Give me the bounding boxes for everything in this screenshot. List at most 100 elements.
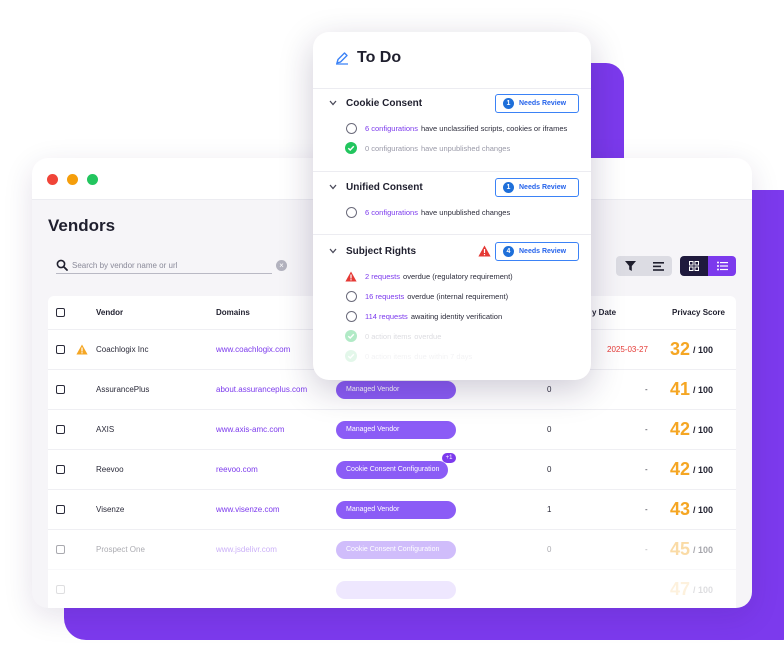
due-date: - <box>645 505 648 514</box>
filter-button[interactable] <box>616 256 644 276</box>
todo-item-link[interactable]: 114 requests <box>365 312 408 321</box>
todo-item[interactable]: 16 requests overdue (internal requirement… <box>345 289 508 303</box>
unchecked-circle-icon[interactable] <box>345 290 357 302</box>
todo-item[interactable]: 114 requests awaiting identity verificati… <box>345 309 502 323</box>
vendor-domain-link[interactable]: www.visenze.com <box>216 490 280 529</box>
review-count-badge: 1 <box>503 98 514 109</box>
todo-item[interactable]: 0 action items overdue <box>345 329 441 343</box>
alert-triangle-icon <box>478 245 491 257</box>
unchecked-circle-icon[interactable] <box>345 310 357 322</box>
column-header-domains[interactable]: Domains <box>216 296 250 329</box>
score-max: / 100 <box>693 584 714 595</box>
todo-item[interactable]: 0 action items due within 7 days <box>345 349 472 363</box>
due-date: - <box>645 465 648 474</box>
score-value: 47 <box>670 579 691 599</box>
vendor-tag-label: Cookie Consent Configuration <box>346 465 440 473</box>
search-input[interactable] <box>72 258 270 272</box>
table-row[interactable]: 47/ 100 <box>48 570 736 608</box>
todo-item[interactable]: 0 configurations have unpublished changes <box>345 141 510 155</box>
table-row[interactable]: AXIS www.axis-amc.com Managed Vendor 0 -… <box>48 410 736 450</box>
row-checkbox[interactable] <box>56 385 65 394</box>
row-checkbox[interactable] <box>56 465 65 474</box>
divider <box>313 234 591 235</box>
item-count: 0 <box>547 425 552 434</box>
unchecked-circle-icon[interactable] <box>345 206 357 218</box>
vendor-domain-link[interactable]: about.assuranceplus.com <box>216 370 307 409</box>
search-bar <box>56 258 272 274</box>
select-all-checkbox[interactable] <box>56 308 65 317</box>
row-checkbox[interactable] <box>56 345 65 354</box>
todo-item-text: due within 7 days <box>414 351 473 361</box>
todo-item-link[interactable]: 0 configurations <box>365 144 418 153</box>
vendor-domain-link[interactable]: www.jsdelivr.com <box>216 530 277 569</box>
privacy-score: 47/ 100 <box>670 570 713 608</box>
table-row[interactable]: Prospect One www.jsdelivr.com Cookie Con… <box>48 530 736 570</box>
search-icon <box>56 259 68 271</box>
todo-item-text: have unpublished changes <box>420 207 511 217</box>
vendor-tag[interactable]: Managed Vendor <box>336 420 456 439</box>
chevron-down-icon[interactable] <box>329 184 337 190</box>
item-count: 1 <box>547 505 552 514</box>
vendor-tag[interactable]: Cookie Consent Configuration +1 <box>336 452 456 479</box>
score-max: / 100 <box>693 344 714 355</box>
todo-item-link[interactable]: 6 configurations <box>365 124 418 133</box>
column-header-vendor[interactable]: Vendor <box>96 296 123 329</box>
unchecked-circle-icon[interactable] <box>345 122 357 134</box>
todo-item[interactable]: 6 configurations have unclassified script… <box>345 121 567 135</box>
clear-search-icon[interactable]: × <box>276 260 287 271</box>
needs-review-button[interactable]: 1 Needs Review <box>495 94 579 113</box>
chevron-down-icon[interactable] <box>329 248 337 254</box>
privacy-score: 42/ 100 <box>670 410 713 449</box>
row-checkbox[interactable] <box>56 585 65 594</box>
privacy-score: 43/ 100 <box>670 490 713 529</box>
chevron-down-icon[interactable] <box>329 100 337 106</box>
row-checkbox[interactable] <box>56 505 65 514</box>
filter-toolbar <box>616 256 672 276</box>
section-subject-rights[interactable]: Subject Rights 4 Needs Review <box>329 242 585 262</box>
vendor-tag[interactable]: Managed Vendor <box>336 380 456 399</box>
alert-triangle-icon <box>345 271 357 281</box>
score-max: / 100 <box>693 544 714 555</box>
section-label: Unified Consent <box>346 182 423 193</box>
privacy-score: 32/ 100 <box>670 330 713 369</box>
vendor-tag[interactable] <box>336 580 456 599</box>
list-view-button[interactable] <box>708 256 736 276</box>
more-tags-badge[interactable]: +1 <box>442 452 456 463</box>
window-close-dot[interactable] <box>47 174 58 185</box>
window-maximize-dot[interactable] <box>87 174 98 185</box>
todo-item-link[interactable]: 6 configurations <box>365 208 418 217</box>
row-checkbox[interactable] <box>56 425 65 434</box>
vendor-domain-link[interactable]: reevoo.com <box>216 450 258 489</box>
score-value: 42 <box>670 459 691 479</box>
vendor-domain-link[interactable]: www.coachlogix.com <box>216 330 290 369</box>
window-minimize-dot[interactable] <box>67 174 78 185</box>
todo-item[interactable]: 2 requests overdue (regulatory requiremen… <box>345 269 513 283</box>
vendor-tag[interactable]: Cookie Consent Configuration <box>336 540 456 559</box>
todo-item[interactable]: 6 configurations have unpublished changes <box>345 205 510 219</box>
sort-button[interactable] <box>644 256 672 276</box>
table-row[interactable]: Reevoo reevoo.com Cookie Consent Configu… <box>48 450 736 490</box>
todo-item-link[interactable]: 0 action items <box>365 332 411 341</box>
column-header-privacy-score[interactable]: Privacy Score <box>672 296 725 329</box>
todo-item-link[interactable]: 2 requests <box>365 272 400 281</box>
row-checkbox[interactable] <box>56 545 65 554</box>
privacy-score: 42/ 100 <box>670 450 713 489</box>
todo-item-link[interactable]: 16 requests <box>365 292 404 301</box>
needs-review-label: Needs Review <box>519 184 567 191</box>
score-max: / 100 <box>693 384 714 395</box>
review-count-badge: 1 <box>503 182 514 193</box>
table-row[interactable]: Visenze www.visenze.com Managed Vendor 1… <box>48 490 736 530</box>
section-cookie-consent[interactable]: Cookie Consent 1 Needs Review <box>329 94 585 114</box>
vendor-tag[interactable]: Managed Vendor <box>336 500 456 519</box>
section-unified-consent[interactable]: Unified Consent 1 Needs Review <box>329 178 585 198</box>
needs-review-button[interactable]: 1 Needs Review <box>495 178 579 197</box>
needs-review-label: Needs Review <box>519 248 567 255</box>
grid-view-button[interactable] <box>680 256 708 276</box>
vendor-name: AssurancePlus <box>96 385 150 394</box>
filter-icon <box>624 261 636 271</box>
vendor-domain-link[interactable]: www.axis-amc.com <box>216 410 284 449</box>
todo-item-link[interactable]: 0 action items <box>365 352 411 361</box>
column-header-date[interactable]: y Date <box>592 296 616 329</box>
needs-review-button[interactable]: 4 Needs Review <box>495 242 579 261</box>
todo-item-text: overdue (regulatory requirement) <box>403 271 513 281</box>
